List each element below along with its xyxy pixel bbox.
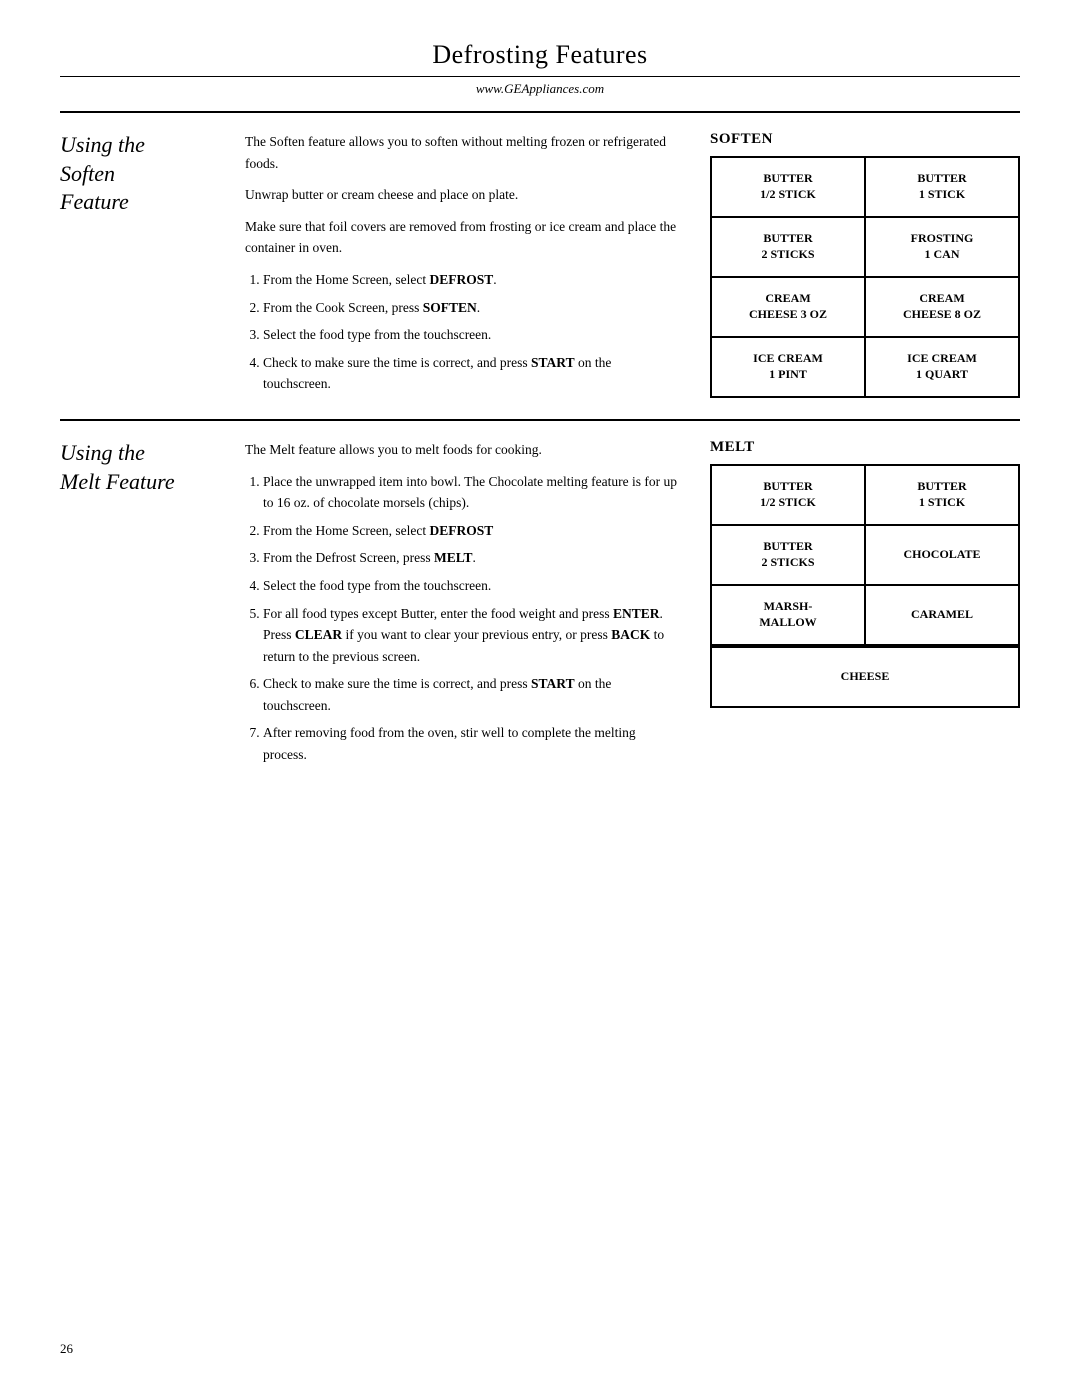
melt-btn-butter-one[interactable]: BUTTER1 STICK — [866, 466, 1020, 526]
soften-step-1: From the Home Screen, select DEFROST. — [263, 269, 680, 291]
soften-left-col: Using theSoftenFeature — [60, 131, 215, 401]
soften-button-grid: BUTTER1/2 STICK BUTTER1 STICK BUTTER2 ST… — [710, 156, 1020, 398]
soften-btn-cream-cheese-3oz[interactable]: CREAMCHEESE 3 OZ — [712, 278, 866, 338]
melt-btn-butter-two[interactable]: BUTTER2 STICKS — [712, 526, 866, 586]
melt-step-3: From the Defrost Screen, press MELT. — [263, 547, 680, 569]
melt-button-grid: BUTTER1/2 STICK BUTTER1 STICK BUTTER2 ST… — [710, 464, 1020, 646]
soften-btn-frosting[interactable]: FROSTING1 CAN — [866, 218, 1020, 278]
melt-left-col: Using theMelt Feature — [60, 439, 215, 772]
soften-btn-butter-one[interactable]: BUTTER1 STICK — [866, 158, 1020, 218]
page-number: 26 — [60, 1341, 73, 1357]
melt-btn-marshmallow[interactable]: MARSH-MALLOW — [712, 586, 866, 646]
melt-step-6: Check to make sure the time is correct, … — [263, 673, 680, 716]
melt-middle-col: The Melt feature allows you to melt food… — [245, 439, 680, 772]
soften-intro-2: Unwrap butter or cream cheese and place … — [245, 184, 680, 206]
soften-middle-col: The Soften feature allows you to soften … — [245, 131, 680, 401]
soften-btn-cream-cheese-8oz[interactable]: CREAMCHEESE 8 OZ — [866, 278, 1020, 338]
website-url: www.GEAppliances.com — [60, 81, 1020, 97]
melt-step-5: For all food types except Butter, enter … — [263, 603, 680, 668]
soften-btn-ice-cream-quart[interactable]: ICE CREAM1 QUART — [866, 338, 1020, 398]
melt-steps: Place the unwrapped item into bowl. The … — [245, 471, 680, 766]
soften-intro-1: The Soften feature allows you to soften … — [245, 131, 680, 174]
top-rule — [60, 76, 1020, 77]
soften-right-col: SOFTEN BUTTER1/2 STICK BUTTER1 STICK BUT… — [710, 131, 1020, 401]
soften-step-3: Select the food type from the touchscree… — [263, 324, 680, 346]
soften-intro-3: Make sure that foil covers are removed f… — [245, 216, 680, 259]
melt-heading: Using theMelt Feature — [60, 440, 175, 494]
soften-step-2: From the Cook Screen, press SOFTEN. — [263, 297, 680, 319]
page-title: Defrosting Features — [60, 40, 1020, 70]
section-divider-middle — [60, 419, 1020, 421]
melt-step-2: From the Home Screen, select DEFROST — [263, 520, 680, 542]
melt-btn-caramel[interactable]: CARAMEL — [866, 586, 1020, 646]
soften-heading: Using theSoftenFeature — [60, 132, 145, 214]
soften-steps: From the Home Screen, select DEFROST. Fr… — [245, 269, 680, 395]
melt-right-col: MELT BUTTER1/2 STICK BUTTER1 STICK BUTTE… — [710, 439, 1020, 772]
melt-step-7: After removing food from the oven, stir … — [263, 722, 680, 765]
melt-section: Using theMelt Feature The Melt feature a… — [60, 439, 1020, 772]
melt-btn-butter-half[interactable]: BUTTER1/2 STICK — [712, 466, 866, 526]
melt-panel-label: MELT — [710, 439, 1020, 456]
section-divider-top — [60, 111, 1020, 113]
melt-button-grid-single: CHEESE — [710, 646, 1020, 708]
melt-btn-cheese[interactable]: CHEESE — [712, 648, 1020, 708]
melt-btn-chocolate[interactable]: CHOCOLATE — [866, 526, 1020, 586]
soften-btn-ice-cream-pint[interactable]: ICE CREAM1 PINT — [712, 338, 866, 398]
melt-step-4: Select the food type from the touchscree… — [263, 575, 680, 597]
soften-section: Using theSoftenFeature The Soften featur… — [60, 131, 1020, 401]
soften-btn-butter-half[interactable]: BUTTER1/2 STICK — [712, 158, 866, 218]
soften-btn-butter-two[interactable]: BUTTER2 STICKS — [712, 218, 866, 278]
soften-step-4: Check to make sure the time is correct, … — [263, 352, 680, 395]
soften-panel-label: SOFTEN — [710, 131, 1020, 148]
melt-step-1: Place the unwrapped item into bowl. The … — [263, 471, 680, 514]
melt-intro-1: The Melt feature allows you to melt food… — [245, 439, 680, 461]
